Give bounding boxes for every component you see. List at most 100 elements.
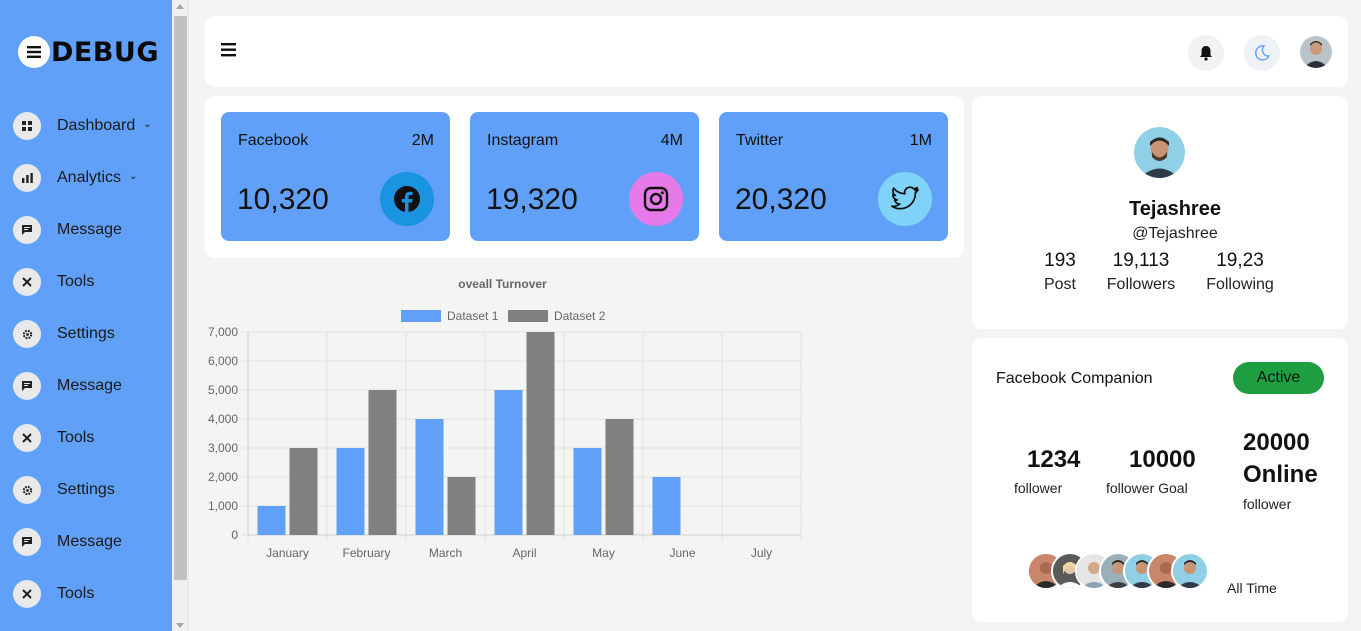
- profile-panel: Tejashree @Tejashree 193 Post 19,113 Fol…: [972, 96, 1348, 329]
- sidebar-item-message[interactable]: Message: [13, 527, 122, 557]
- stat-label: Followers: [1106, 276, 1176, 293]
- instagram-card[interactable]: Instagram 4M 19,320: [470, 112, 699, 241]
- legend-swatch: [508, 310, 548, 322]
- sidebar-item-settings[interactable]: Settings: [13, 475, 115, 505]
- x-tick-label: June: [669, 546, 695, 560]
- stat-posts: 193 Post: [1030, 250, 1090, 294]
- logo-text: DEBUG: [51, 36, 160, 68]
- y-tick-label: 5,000: [208, 383, 238, 397]
- x-tick-label: February: [342, 546, 390, 560]
- sidebar-item-label: Tools: [57, 429, 95, 446]
- card-total: 2M: [411, 132, 434, 149]
- legend-label: Dataset 2: [554, 309, 606, 323]
- card-value: 10,320: [237, 183, 329, 216]
- sidebar-item-label: Tools: [57, 585, 95, 602]
- stat-label: Post: [1043, 276, 1076, 293]
- facebook-icon: [380, 172, 434, 226]
- bar-dataset-2: [289, 448, 318, 535]
- sidebar-item-label: Analytics: [57, 169, 122, 186]
- sidebar-item-analytics[interactable]: Analytics ⌄: [13, 163, 137, 193]
- top-header: [205, 16, 1348, 87]
- x-tick-label: April: [512, 546, 536, 560]
- card-total: 4M: [660, 132, 683, 149]
- x-tick-label: March: [429, 546, 462, 560]
- sidebar-item-message[interactable]: Message: [13, 371, 122, 401]
- sidebar-item-dashboard[interactable]: Dashboard ⌄: [13, 111, 152, 141]
- sidebar-item-label: Message: [57, 533, 122, 550]
- stat-followers: 19,113 Followers: [1102, 250, 1180, 294]
- profile-name: Tejashree: [1129, 198, 1221, 220]
- sidebar-item-label: Message: [57, 221, 122, 238]
- chevron-down-icon: ⌄: [143, 118, 152, 130]
- companion-stat-number: 1234: [1027, 446, 1081, 473]
- stat-number: 193: [1044, 250, 1076, 271]
- member-avatar[interactable]: [1171, 552, 1209, 590]
- bar-dataset-1: [494, 390, 523, 535]
- companion-stat-number: 10000: [1129, 446, 1196, 473]
- bar-dataset-2: [526, 332, 555, 535]
- sidebar-item-message[interactable]: Message: [13, 215, 122, 245]
- scrollbar[interactable]: [172, 0, 189, 631]
- companion-stat-label: follower: [1243, 496, 1292, 512]
- profile-avatar[interactable]: [1134, 127, 1185, 178]
- y-tick-label: 6,000: [208, 354, 238, 368]
- menu-toggle-icon[interactable]: [18, 36, 50, 68]
- y-tick-label: 7,000: [208, 325, 238, 339]
- sidebar-item-tools[interactable]: Tools: [13, 267, 94, 297]
- card-value: 19,320: [486, 183, 578, 216]
- message-icon: [13, 372, 41, 400]
- sidebar: DEBUG Dashboard ⌄ Analytics ⌄ Message To…: [0, 0, 172, 631]
- bar-dataset-1: [415, 419, 444, 535]
- active-status-button[interactable]: Active: [1233, 362, 1324, 394]
- tools-icon: [13, 580, 41, 608]
- bar-dataset-1: [652, 477, 681, 535]
- profile-handle: @Tejashree: [1132, 225, 1218, 242]
- bar-dataset-2: [447, 477, 476, 535]
- companion-stat-label: follower Goal: [1106, 480, 1188, 496]
- scroll-thumb[interactable]: [174, 16, 187, 580]
- bar-dataset-1: [573, 448, 602, 535]
- dashboard-icon: [13, 112, 41, 140]
- scroll-down-arrow-icon[interactable]: [176, 623, 184, 628]
- sidebar-item-tools[interactable]: Tools: [13, 579, 94, 609]
- y-tick-label: 0: [231, 528, 238, 542]
- sidebar-item-label: Tools: [57, 273, 95, 290]
- y-tick-label: 4,000: [208, 412, 238, 426]
- social-cards-panel: Facebook 2M 10,320 Instagram 4M 19,320 T…: [205, 96, 964, 258]
- bar-dataset-1: [336, 448, 365, 535]
- y-tick-label: 3,000: [208, 441, 238, 455]
- bar-dataset-2: [605, 419, 634, 535]
- companion-title: Facebook Companion: [996, 370, 1153, 387]
- sidebar-item-label: Settings: [57, 325, 115, 342]
- facebook-companion-panel: Facebook Companion Active 1234 follower …: [972, 338, 1348, 622]
- companion-stat-number: 20000 Online: [1243, 429, 1318, 488]
- twitter-card[interactable]: Twitter 1M 20,320: [719, 112, 948, 241]
- stat-number: 19,113: [1112, 250, 1170, 271]
- message-icon: [13, 528, 41, 556]
- instagram-icon: [629, 172, 683, 226]
- x-tick-label: January: [266, 546, 309, 560]
- message-icon: [13, 216, 41, 244]
- sidebar-item-label: Dashboard: [57, 117, 136, 134]
- legend-swatch: [401, 310, 441, 322]
- facebook-card[interactable]: Facebook 2M 10,320: [221, 112, 450, 241]
- card-name: Facebook: [238, 132, 309, 149]
- companion-stat-label: follower: [1014, 480, 1063, 496]
- card-name: Instagram: [487, 132, 559, 149]
- bell-icon[interactable]: [1188, 35, 1224, 71]
- tools-icon: [13, 424, 41, 452]
- stat-following: 19,23 Following: [1200, 250, 1280, 294]
- logo[interactable]: DEBUG: [18, 34, 159, 70]
- sidebar-item-label: Message: [57, 377, 122, 394]
- sidebar-item-settings[interactable]: Settings: [13, 319, 115, 349]
- scroll-up-arrow-icon[interactable]: [176, 4, 184, 9]
- tools-icon: [13, 268, 41, 296]
- chevron-down-icon: ⌄: [129, 170, 138, 182]
- avatar[interactable]: [1300, 36, 1332, 68]
- menu-icon[interactable]: [221, 43, 237, 61]
- sidebar-item-tools[interactable]: Tools: [13, 423, 94, 453]
- moon-icon[interactable]: [1244, 35, 1280, 71]
- sidebar-item-label: Settings: [57, 481, 115, 498]
- twitter-icon: [878, 172, 932, 226]
- y-tick-label: 2,000: [208, 470, 238, 484]
